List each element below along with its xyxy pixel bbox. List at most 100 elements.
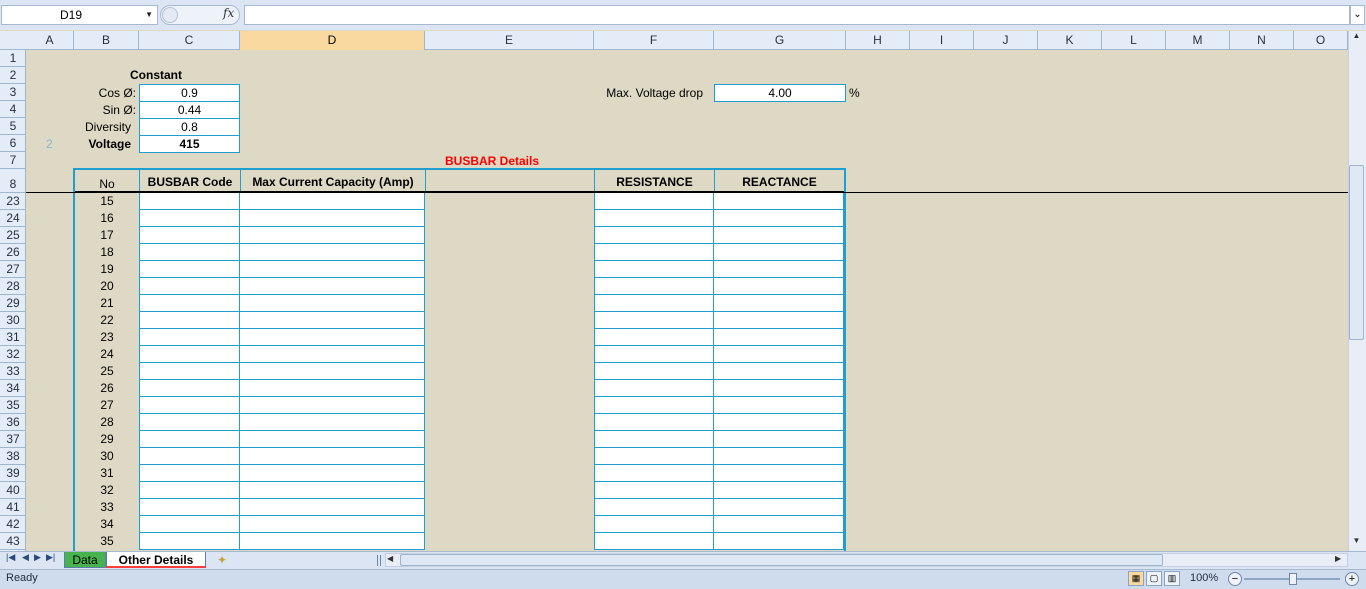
row-header[interactable]: 23 [0, 193, 25, 210]
busbar-code-cell[interactable] [139, 295, 240, 312]
max-current-cell[interactable] [240, 465, 425, 482]
max-current-cell[interactable] [240, 244, 425, 261]
reactance-cell[interactable] [714, 312, 844, 329]
column-header-h[interactable]: H [846, 31, 910, 50]
max-current-cell[interactable] [240, 448, 425, 465]
reactance-cell[interactable] [714, 193, 844, 210]
max-current-cell[interactable] [240, 210, 425, 227]
max-current-cell[interactable] [240, 533, 425, 550]
row-header[interactable]: 36 [0, 414, 25, 431]
vertical-scroll-thumb[interactable] [1349, 165, 1364, 340]
busbar-code-cell[interactable] [139, 380, 240, 397]
row-header[interactable]: 2 [0, 67, 25, 84]
row-header[interactable]: 38 [0, 448, 25, 465]
reactance-cell[interactable] [714, 261, 844, 278]
row-header[interactable]: 29 [0, 295, 25, 312]
busbar-code-cell[interactable] [139, 261, 240, 278]
max-current-cell[interactable] [240, 516, 425, 533]
row-number-cell[interactable]: 31 [75, 465, 139, 482]
reactance-cell[interactable] [714, 227, 844, 244]
max-current-cell[interactable] [240, 295, 425, 312]
busbar-code-cell[interactable] [139, 397, 240, 414]
row-header[interactable]: 41 [0, 499, 25, 516]
row-number-cell[interactable]: 32 [75, 482, 139, 499]
max-current-cell[interactable] [240, 261, 425, 278]
row-number-cell[interactable]: 34 [75, 516, 139, 533]
insert-sheet-icon[interactable]: ✦ [208, 552, 236, 568]
resistance-cell[interactable] [594, 499, 714, 516]
reactance-cell[interactable] [714, 448, 844, 465]
row-number-cell[interactable]: 19 [75, 261, 139, 278]
max-current-cell[interactable] [240, 499, 425, 516]
busbar-code-cell[interactable] [139, 465, 240, 482]
resistance-cell[interactable] [594, 380, 714, 397]
reactance-cell[interactable] [714, 533, 844, 550]
scroll-down-icon[interactable]: ▼ [1349, 536, 1364, 550]
reactance-cell[interactable] [714, 278, 844, 295]
column-header-a[interactable]: A [26, 31, 74, 50]
resistance-cell[interactable] [594, 261, 714, 278]
column-header-g[interactable]: G [714, 31, 846, 50]
max-current-cell[interactable] [240, 397, 425, 414]
row-header[interactable]: 34 [0, 380, 25, 397]
row-header[interactable]: 28 [0, 278, 25, 295]
scroll-right-icon[interactable]: ▶ [1335, 554, 1341, 563]
resistance-cell[interactable] [594, 210, 714, 227]
resistance-cell[interactable] [594, 295, 714, 312]
resistance-cell[interactable] [594, 482, 714, 499]
row-number-cell[interactable]: 35 [75, 533, 139, 550]
row-number-cell[interactable]: 17 [75, 227, 139, 244]
row-header[interactable]: 26 [0, 244, 25, 261]
column-header-n[interactable]: N [1230, 31, 1294, 50]
tab-split-handle[interactable] [377, 555, 381, 566]
row-number-cell[interactable]: 23 [75, 329, 139, 346]
column-header-d[interactable]: D [240, 31, 425, 50]
resistance-cell[interactable] [594, 193, 714, 210]
resistance-cell[interactable] [594, 414, 714, 431]
row-header[interactable]: 8 [0, 169, 25, 193]
row-header[interactable]: 30 [0, 312, 25, 329]
busbar-code-cell[interactable] [139, 448, 240, 465]
row-number-cell[interactable]: 24 [75, 346, 139, 363]
reactance-cell[interactable] [714, 329, 844, 346]
max-current-cell[interactable] [240, 346, 425, 363]
first-sheet-icon[interactable]: |◀ [6, 552, 15, 563]
prev-sheet-icon[interactable]: ◀ [22, 552, 29, 563]
reactance-cell[interactable] [714, 363, 844, 380]
reactance-cell[interactable] [714, 482, 844, 499]
row-header[interactable]: 5 [0, 118, 25, 135]
row-header[interactable]: 1 [0, 50, 25, 67]
row-number-cell[interactable]: 27 [75, 397, 139, 414]
busbar-code-cell[interactable] [139, 278, 240, 295]
max-current-cell[interactable] [240, 482, 425, 499]
horizontal-scroll-thumb[interactable] [400, 554, 1163, 566]
row-header[interactable]: 32 [0, 346, 25, 363]
zoom-slider-thumb[interactable] [1289, 573, 1297, 585]
max-current-cell[interactable] [240, 431, 425, 448]
resistance-cell[interactable] [594, 431, 714, 448]
row-number-cell[interactable]: 28 [75, 414, 139, 431]
reactance-cell[interactable] [714, 244, 844, 261]
resistance-cell[interactable] [594, 346, 714, 363]
column-header-o[interactable]: O [1294, 31, 1348, 50]
row-header[interactable]: 6 [0, 135, 25, 152]
max-current-cell[interactable] [240, 193, 425, 210]
column-header-l[interactable]: L [1102, 31, 1166, 50]
row-number-cell[interactable]: 15 [75, 193, 139, 210]
page-break-view-icon[interactable]: ▥ [1164, 571, 1180, 586]
row-header[interactable]: 40 [0, 482, 25, 499]
max-current-cell[interactable] [240, 278, 425, 295]
busbar-code-cell[interactable] [139, 329, 240, 346]
row-number-cell[interactable]: 25 [75, 363, 139, 380]
row-number-cell[interactable]: 22 [75, 312, 139, 329]
row-header[interactable]: 24 [0, 210, 25, 227]
resistance-cell[interactable] [594, 363, 714, 380]
row-header[interactable]: 43 [0, 533, 25, 550]
column-header-e[interactable]: E [425, 31, 594, 50]
max-current-cell[interactable] [240, 380, 425, 397]
row-number-cell[interactable]: 29 [75, 431, 139, 448]
row-number-cell[interactable]: 33 [75, 499, 139, 516]
resistance-cell[interactable] [594, 227, 714, 244]
max-current-cell[interactable] [240, 227, 425, 244]
row-header[interactable]: 4 [0, 101, 25, 118]
